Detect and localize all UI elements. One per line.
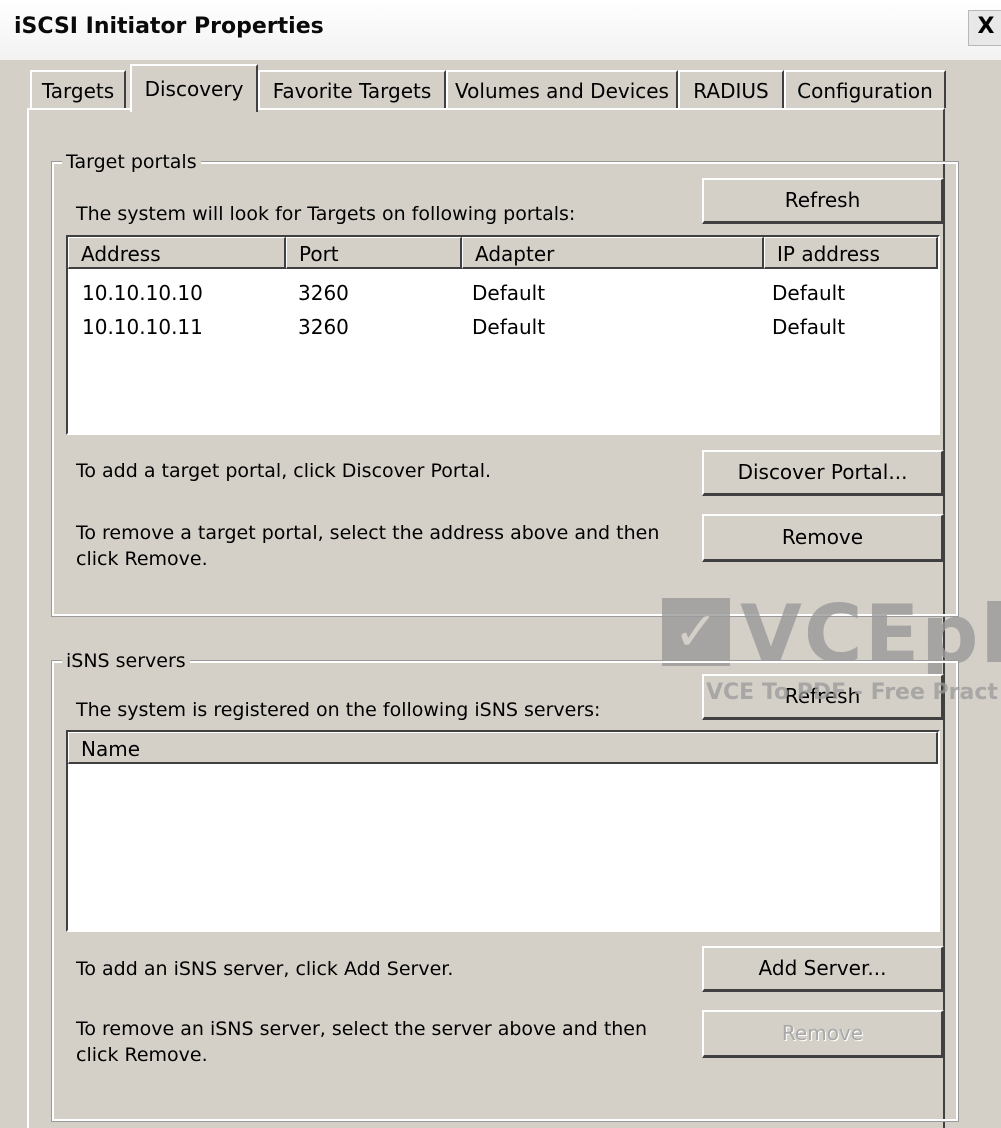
tab-configuration[interactable]: Configuration — [784, 70, 946, 108]
tab-volumes-and-devices[interactable]: Volumes and Devices — [446, 70, 678, 108]
portals-list[interactable]: Address Port Adapter IP address 10.10.10… — [66, 235, 940, 435]
isns-servers-label: iSNS servers — [62, 650, 190, 672]
column-header-port[interactable]: Port — [286, 237, 462, 269]
remove-portal-button[interactable]: Remove — [702, 514, 944, 562]
isns-servers-list[interactable]: Name — [66, 730, 940, 932]
add-server-button[interactable]: Add Server... — [702, 946, 944, 992]
cell-port: 3260 — [298, 315, 349, 339]
remove-server-instruction: To remove an iSNS server, select the ser… — [76, 1018, 648, 1066]
remove-portal-instruction: To remove a target portal, select the ad… — [76, 522, 660, 570]
cell-address: 10.10.10.11 — [82, 315, 203, 339]
discover-portal-button[interactable]: Discover Portal... — [702, 450, 944, 496]
cell-port: 3260 — [298, 281, 349, 305]
watermark-tagline: VCE To PDF - Free Pract — [706, 680, 998, 705]
portals-description: The system will look for Targets on foll… — [76, 203, 576, 225]
cell-address: 10.10.10.10 — [82, 281, 203, 305]
watermark-logo-icon: ✓ — [662, 598, 730, 666]
remove-server-button[interactable]: Remove — [702, 1010, 944, 1058]
portals-refresh-button[interactable]: Refresh — [702, 178, 944, 224]
column-header-address[interactable]: Address — [68, 237, 286, 269]
isns-description: The system is registered on the followin… — [76, 699, 601, 721]
add-server-instruction: To add an iSNS server, click Add Server. — [76, 958, 454, 980]
cell-adapter: Default — [472, 315, 546, 339]
tab-discovery[interactable]: Discovery — [130, 64, 258, 112]
column-header-adapter[interactable]: Adapter — [462, 237, 764, 269]
tab-targets[interactable]: Targets — [30, 70, 126, 108]
column-header-name[interactable]: Name — [68, 732, 938, 764]
add-portal-instruction: To add a target portal, click Discover P… — [76, 460, 492, 482]
cell-adapter: Default — [472, 281, 546, 305]
target-portals-label: Target portals — [62, 151, 201, 173]
cell-ip-address: Default — [772, 315, 846, 339]
close-button[interactable]: X — [968, 10, 1001, 46]
tab-favorite-targets[interactable]: Favorite Targets — [258, 70, 446, 108]
tab-radius[interactable]: RADIUS — [678, 70, 784, 108]
window-title: iSCSI Initiator Properties — [14, 14, 324, 39]
column-header-ip-address[interactable]: IP address — [764, 237, 938, 269]
title-bar: iSCSI Initiator Properties X — [0, 0, 1001, 60]
cell-ip-address: Default — [772, 281, 846, 305]
